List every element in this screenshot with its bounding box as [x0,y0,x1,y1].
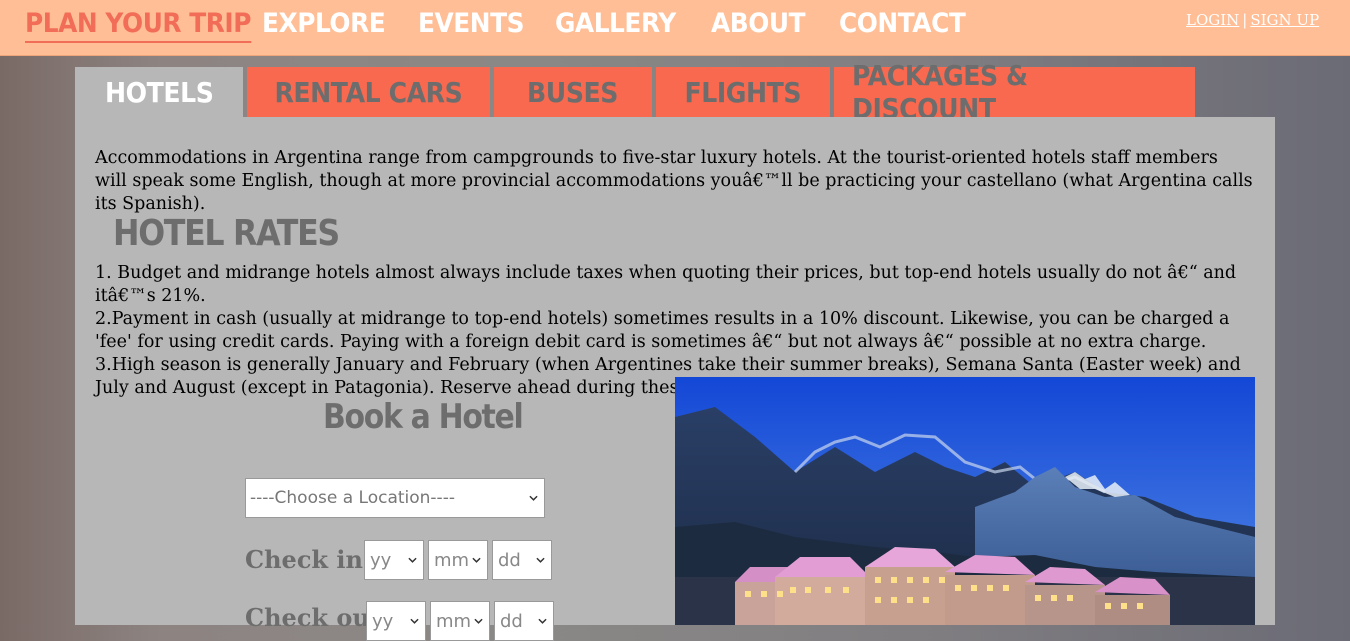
nav-item-about[interactable]: ABOUT [711,8,806,39]
signup-link[interactable]: SIGN UP [1250,11,1319,29]
rate-item: 1. Budget and midrange hotels almost alw… [95,263,1237,306]
login-link[interactable]: LOGIN [1186,11,1239,29]
hotel-mountain-photo [675,377,1255,625]
auth-separator: | [1242,11,1248,29]
auth-links: LOGIN | SIGN UP [1186,11,1319,29]
tab-hotels-label: HOTELS [104,75,214,109]
top-navigation-bar: PLAN YOUR TRIP EXPLORE EVENTS GALLERY AB… [0,0,1350,56]
check-out-month-value: mm [436,610,472,632]
nav-item-gallery[interactable]: GALLERY [555,8,676,39]
chevron-down-icon [472,557,481,563]
tab-packages-discount-label: PACKAGES & DISCOUNT [852,59,1028,125]
check-out-year-value: yy [372,610,394,632]
chevron-down-icon [529,495,538,501]
book-hotel-heading: Book a Hotel [323,397,524,437]
location-select-value: ----Choose a Location---- [250,488,455,508]
chevron-down-icon [536,557,545,563]
tab-rental-cars-label: RENTAL CARS [274,75,463,109]
mountain-hotel-illustration [675,377,1255,625]
tab-hotels[interactable]: HOTELS [75,67,243,117]
nav-item-explore[interactable]: EXPLORE [262,8,386,39]
location-select[interactable]: ----Choose a Location---- [245,478,545,518]
check-out-year-select[interactable]: yy [366,601,426,641]
check-in-day-select[interactable]: dd [492,540,552,580]
chevron-down-icon [538,618,547,624]
chevron-down-icon [410,618,419,624]
tab-flights[interactable]: FLIGHTS [656,67,830,117]
check-in-label: Check in: [245,545,372,574]
tab-buses-label: BUSES [527,75,619,109]
check-in-month-value: mm [434,549,470,571]
rate-item: 2.Payment in cash (usually at midrange t… [95,309,1230,352]
nav-brand-plan-your-trip[interactable]: PLAN YOUR TRIP [25,8,251,43]
chevron-down-icon [408,557,417,563]
hotel-rates-heading: HOTEL RATES [113,213,340,254]
nav-item-events[interactable]: EVENTS [418,8,524,39]
intro-paragraph: Accommodations in Argentina range from c… [95,148,1253,214]
tab-packages-discount[interactable]: PACKAGES & DISCOUNT [834,59,1195,125]
check-out-month-select[interactable]: mm [430,601,490,641]
check-in-year-value: yy [370,549,392,571]
check-out-day-select[interactable]: dd [494,601,554,641]
tab-rental-cars[interactable]: RENTAL CARS [247,67,490,117]
hotels-panel: Accommodations in Argentina range from c… [75,117,1275,641]
check-in-year-select[interactable]: yy [364,540,424,580]
check-in-month-select[interactable]: mm [428,540,488,580]
tab-flights-label: FLIGHTS [684,75,802,109]
check-out-day-value: dd [500,610,523,632]
chevron-down-icon [474,618,483,624]
nav-item-contact[interactable]: CONTACT [839,8,966,39]
check-in-day-value: dd [498,549,521,571]
tab-buses[interactable]: BUSES [494,67,652,117]
